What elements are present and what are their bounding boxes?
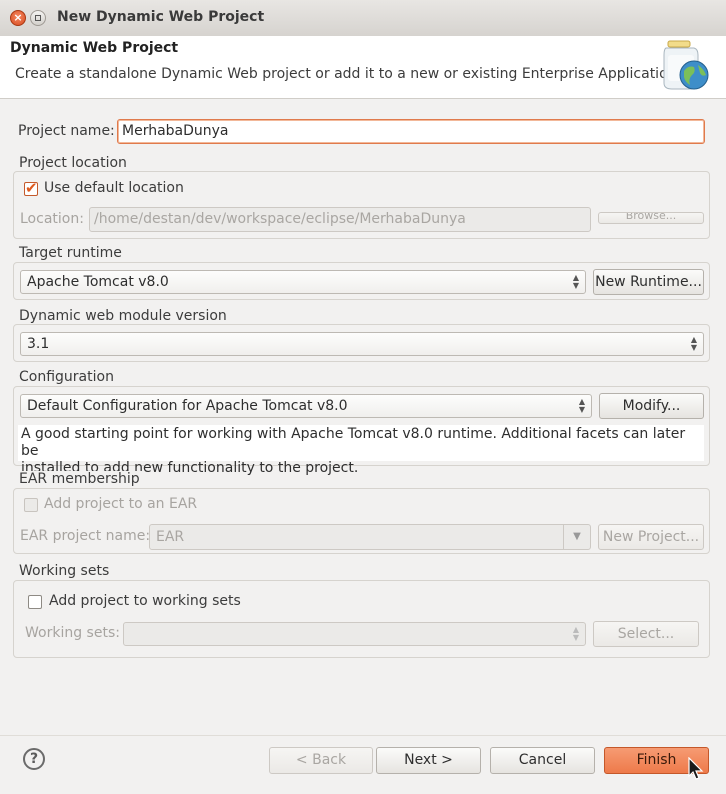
module-version-select[interactable]: 3.1 ▲ ▼ (20, 332, 704, 356)
ear-project-value: EAR (156, 529, 185, 545)
project-location-title: Project location (17, 155, 129, 171)
use-default-location-label[interactable]: Use default location (44, 180, 184, 196)
working-sets-label: Working sets: (25, 625, 120, 641)
title-bar: × New Dynamic Web Project (0, 0, 726, 37)
target-runtime-title: Target runtime (17, 245, 124, 261)
updown-arrows-icon: ▲ ▼ (578, 397, 585, 414)
configuration-description: A good starting point for working with A… (18, 425, 704, 476)
location-input[interactable]: /home/destan/dev/workspace/eclipse/Merha… (89, 207, 591, 232)
target-runtime-value: Apache Tomcat v8.0 (27, 274, 169, 290)
target-runtime-select[interactable]: Apache Tomcat v8.0 ▲ ▼ (20, 270, 586, 294)
module-version-title: Dynamic web module version (17, 308, 229, 324)
maximize-icon[interactable] (30, 10, 46, 26)
mouse-pointer-icon (688, 757, 704, 780)
project-name-label: Project name: (18, 123, 115, 139)
help-icon[interactable]: ? (23, 748, 45, 770)
new-project-button[interactable]: New Project... (598, 524, 704, 550)
working-sets-title: Working sets (17, 563, 112, 579)
footer-separator (0, 735, 726, 736)
jar-globe-icon (663, 40, 709, 90)
ear-membership-title: EAR membership (17, 471, 142, 487)
module-version-value: 3.1 (27, 336, 50, 352)
wizard-banner: Dynamic Web Project Create a standalone … (0, 36, 726, 99)
working-sets-select[interactable]: ▲ ▼ (123, 622, 586, 646)
dialog-window: × New Dynamic Web Project Dynamic Web Pr… (0, 0, 726, 794)
configuration-title: Configuration (17, 369, 116, 385)
banner-description: Create a standalone Dynamic Web project … (15, 66, 681, 82)
add-to-ear-checkbox[interactable] (24, 498, 38, 512)
configuration-select[interactable]: Default Configuration for Apache Tomcat … (20, 394, 592, 418)
add-to-ear-label[interactable]: Add project to an EAR (44, 496, 197, 512)
updown-arrows-icon: ▲ ▼ (690, 335, 697, 352)
add-to-working-sets-label[interactable]: Add project to working sets (49, 593, 241, 609)
updown-arrows-icon: ▲ ▼ (572, 273, 579, 290)
ear-project-select[interactable]: EAR ▼ (149, 524, 591, 550)
chevron-down-icon: ▼ (563, 525, 590, 549)
next-button[interactable]: Next > (376, 747, 481, 774)
browse-button[interactable]: Browse... (598, 212, 704, 224)
banner-title: Dynamic Web Project (10, 40, 179, 56)
add-to-working-sets-checkbox[interactable] (28, 595, 42, 609)
configuration-value: Default Configuration for Apache Tomcat … (27, 398, 348, 414)
select-button[interactable]: Select... (593, 621, 699, 647)
ear-project-name-label: EAR project name: (20, 528, 151, 544)
close-icon[interactable]: × (10, 10, 26, 26)
project-name-input[interactable]: MerhabaDunya (117, 119, 705, 144)
new-runtime-button[interactable]: New Runtime... (593, 269, 704, 295)
back-button[interactable]: < Back (269, 747, 373, 774)
use-default-location-checkbox[interactable] (24, 179, 38, 197)
cancel-button[interactable]: Cancel (490, 747, 595, 774)
window-title: New Dynamic Web Project (57, 9, 265, 25)
location-label: Location: (20, 211, 84, 227)
configuration-description-line1: A good starting point for working with A… (21, 426, 686, 459)
updown-arrows-icon: ▲ ▼ (572, 625, 579, 642)
modify-button[interactable]: Modify... (599, 393, 704, 419)
